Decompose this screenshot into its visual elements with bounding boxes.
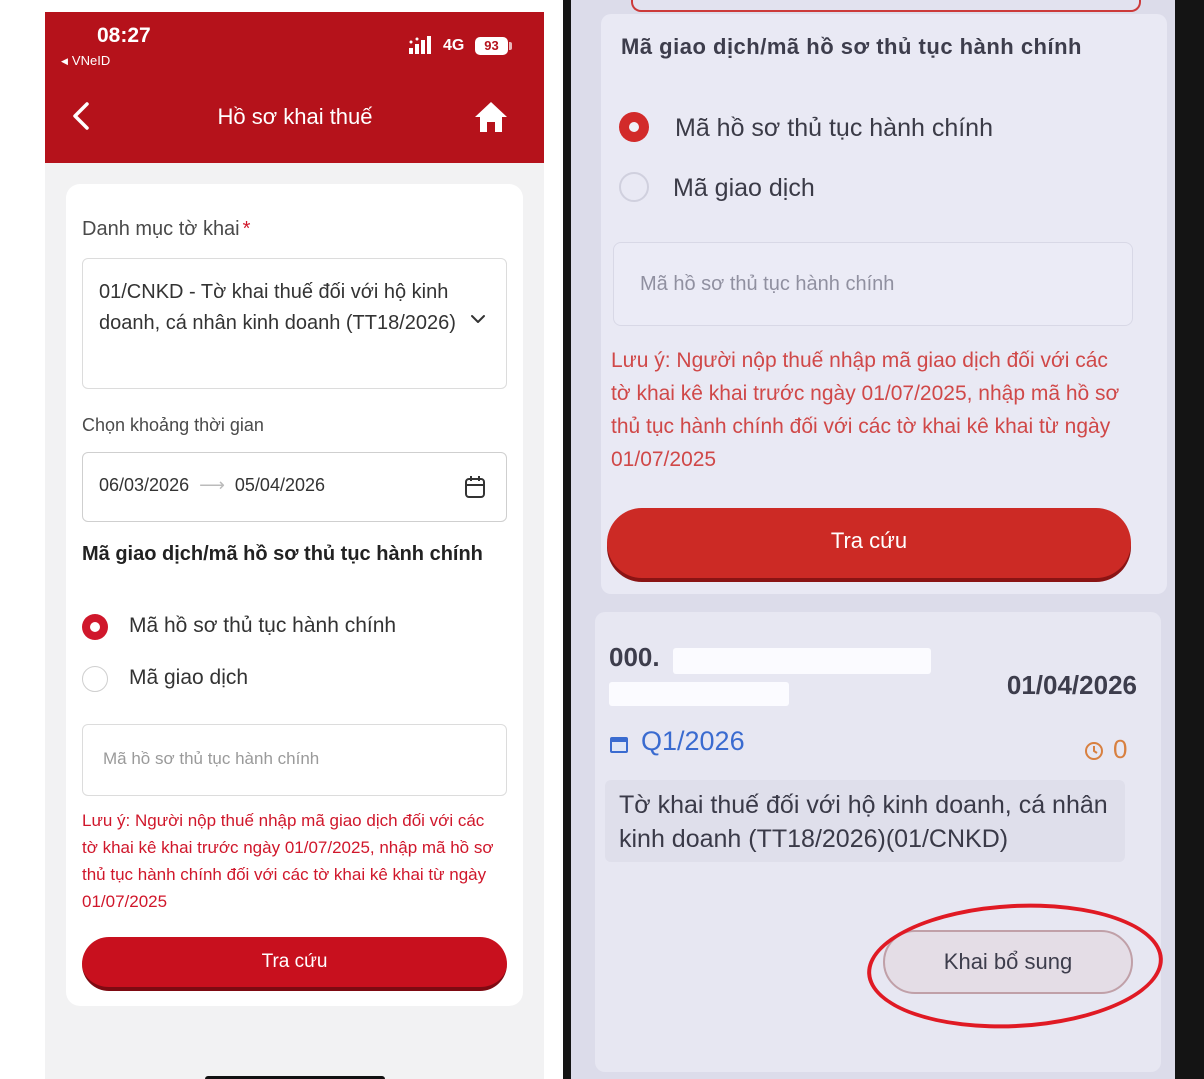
search-button[interactable]: Tra cứu xyxy=(82,937,507,991)
result-description: Tờ khai thuế đối với hộ kinh doanh, cá n… xyxy=(605,780,1125,862)
redaction-block xyxy=(673,648,931,674)
back-triangle-icon: ◀ xyxy=(61,56,68,66)
radio-procedure-code-label[interactable]: Mã hồ sơ thủ tục hành chính xyxy=(129,614,396,638)
photo-procedure-code-placeholder: Mã hồ sơ thủ tục hành chính xyxy=(640,273,895,295)
cutoff-previous-field xyxy=(631,0,1141,12)
highlight-circle xyxy=(863,896,1167,1036)
period-label: Chọn khoảng thời gian xyxy=(82,415,264,435)
home-icon[interactable] xyxy=(473,100,509,134)
search-form-card: Danh mục tờ khai * 01/CNKD - Tờ khai thuế… xyxy=(66,184,523,1006)
radio-transaction-code[interactable] xyxy=(82,666,108,692)
photo-search-form: Mã giao dịch/mã hồ sơ thủ tục hành chính… xyxy=(601,14,1167,594)
category-label-text: Danh mục tờ khai xyxy=(82,218,240,240)
status-time: 08:27 xyxy=(97,24,151,47)
battery-tip xyxy=(509,42,512,50)
status-back-to-app[interactable]: ◀ VNeID xyxy=(61,53,110,68)
app-screen-left: 08:27 ◀ VNeID 4G 93 Hồ sơ khai thuế Danh … xyxy=(45,12,544,1079)
chevron-down-icon xyxy=(471,315,485,323)
photo-screen-area: Mã giao dịch/mã hồ sơ thủ tục hành chính… xyxy=(571,0,1175,1079)
result-code: 000. xyxy=(609,642,660,672)
procedure-code-input[interactable]: Mã hồ sơ thủ tục hành chính xyxy=(82,724,507,796)
photo-screen-right: Mã giao dịch/mã hồ sơ thủ tục hành chính… xyxy=(563,0,1204,1079)
carrier-label: VNeID xyxy=(71,53,111,68)
photo-search-button[interactable]: Tra cứu xyxy=(607,508,1131,578)
date-range-picker[interactable]: 06/03/2026 ⟶ 05/04/2026 xyxy=(82,452,507,522)
date-range-arrow: ⟶ xyxy=(199,475,225,495)
photo-radio-procedure-code-label[interactable]: Mã hồ sơ thủ tục hành chính xyxy=(675,114,993,143)
history-clock-icon xyxy=(1085,742,1103,760)
date-to: 05/04/2026 xyxy=(234,475,325,495)
photo-radio-transaction-code-label[interactable]: Mã giao dịch xyxy=(673,174,815,203)
chevron-left-icon[interactable] xyxy=(67,98,97,134)
photo-radio-procedure-code[interactable] xyxy=(619,112,649,142)
required-mark: * xyxy=(242,218,251,240)
result-card[interactable]: 000. 01/04/2026 Q1/2026 0 Tờ khai thuế đ… xyxy=(595,612,1167,1072)
photo-radio-transaction-code[interactable] xyxy=(619,172,649,202)
app-header: 08:27 ◀ VNeID 4G 93 Hồ sơ khai thuế xyxy=(45,12,544,163)
category-selected-value: 01/CNKD - Tờ khai thuế đối với hộ kinh d… xyxy=(99,281,456,334)
photo-taxpayer-note: Lưu ý: Người nộp thuế nhập mã giao dịch … xyxy=(611,349,1120,471)
network-type: 4G xyxy=(443,37,465,54)
category-select[interactable]: 01/CNKD - Tờ khai thuế đối với hộ kinh d… xyxy=(82,258,507,389)
calendar-icon[interactable] xyxy=(464,475,486,499)
photo-code-section-title: Mã giao dịch/mã hồ sơ thủ tục hành chính xyxy=(621,34,1082,59)
procedure-code-placeholder: Mã hồ sơ thủ tục hành chính xyxy=(103,749,320,768)
calendar-icon xyxy=(610,737,628,753)
signal-icon xyxy=(409,36,431,54)
redaction-block xyxy=(609,682,789,706)
category-label: Danh mục tờ khai * xyxy=(82,218,250,241)
date-from: 06/03/2026 xyxy=(99,475,190,495)
battery-indicator: 93 xyxy=(475,37,508,55)
result-period: Q1/2026 xyxy=(641,726,745,756)
taxpayer-note: Lưu ý: Người nộp thuế nhập mã giao dịch … xyxy=(82,811,494,911)
code-section-title: Mã giao dịch/mã hồ sơ thủ tục hành chính xyxy=(82,543,483,565)
photo-procedure-code-input[interactable]: Mã hồ sơ thủ tục hành chính xyxy=(613,242,1133,326)
result-date: 01/04/2026 xyxy=(1006,670,1137,700)
date-range-text: 06/03/2026 ⟶ 05/04/2026 xyxy=(99,475,325,496)
result-count: 0 xyxy=(1113,734,1128,764)
page-title: Hồ sơ khai thuế xyxy=(217,104,373,129)
radio-transaction-code-label[interactable]: Mã giao dịch xyxy=(129,666,248,690)
radio-procedure-code[interactable] xyxy=(82,614,108,640)
